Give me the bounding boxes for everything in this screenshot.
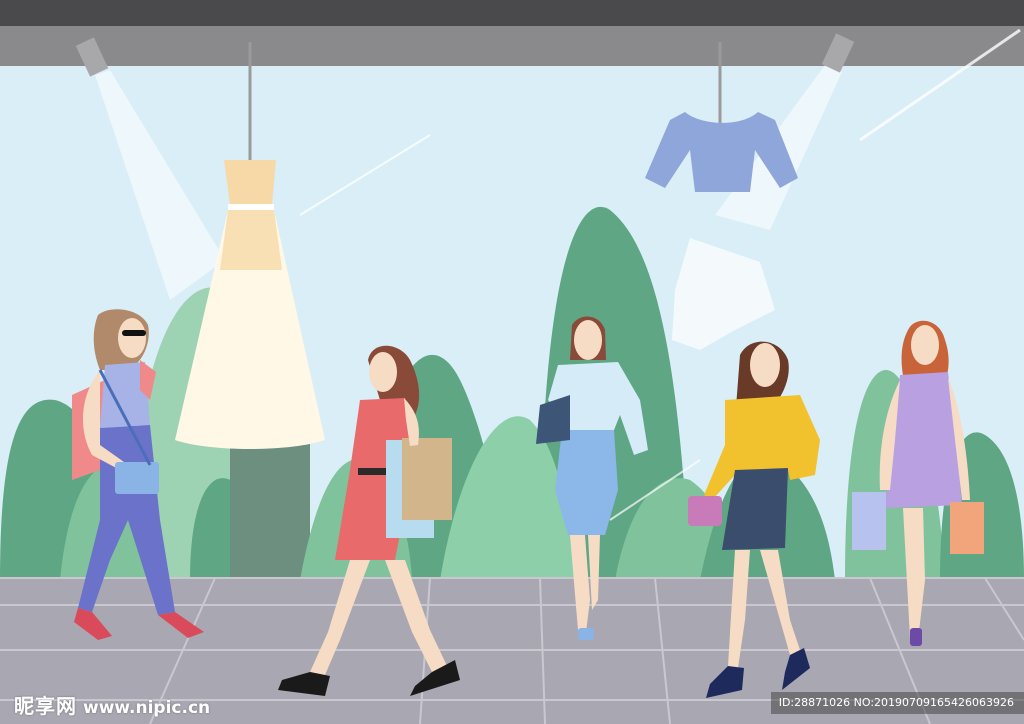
ceiling-band (0, 26, 1024, 66)
watermark-id: ID:28871026 NO:20190709165426063926 (770, 692, 1024, 714)
watermark-site: www.nipic.cn (83, 698, 211, 718)
watermark-logo: 昵享网 www.nipic.cn (14, 690, 210, 719)
store-window-scene: 昵享网 www.nipic.cn ID:28871026 NO:201907091… (0, 0, 1024, 724)
ceiling (0, 0, 1024, 26)
scene-illustration (0, 0, 1024, 724)
watermark-logo-text: 昵享网 (14, 694, 77, 718)
